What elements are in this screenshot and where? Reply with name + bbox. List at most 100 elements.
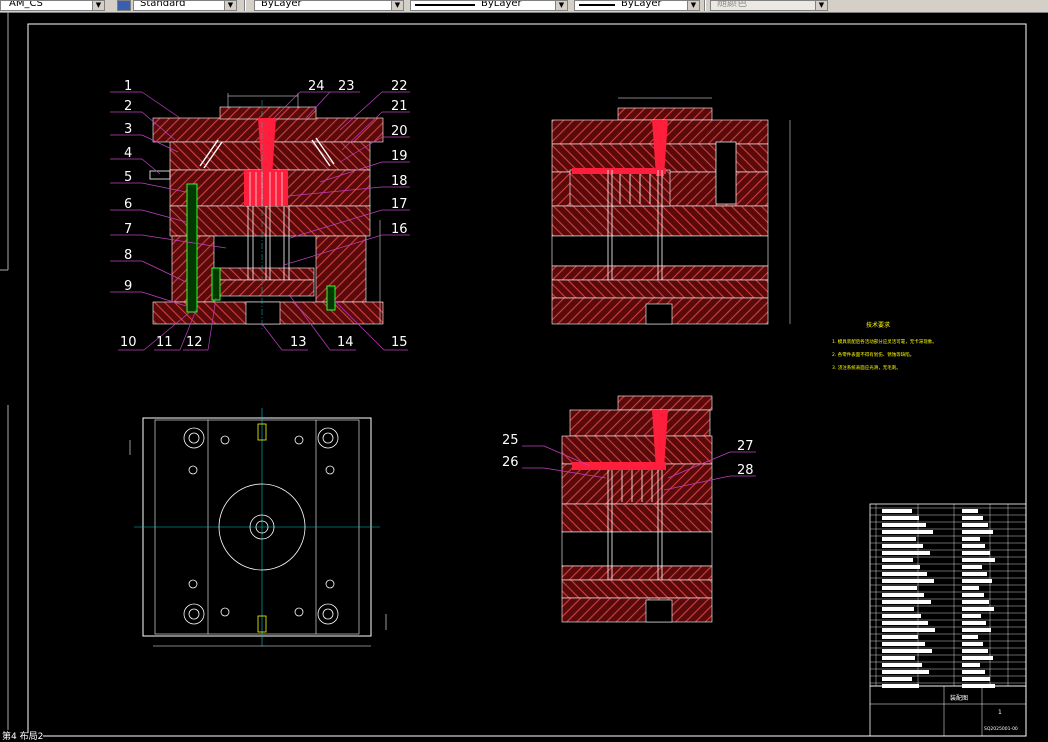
locating-ring	[219, 106, 317, 120]
callout: 4	[124, 146, 132, 161]
parts-list-entry	[882, 558, 913, 562]
callout: 15	[391, 335, 408, 350]
callout: 9	[124, 279, 132, 294]
parts-list-entry	[882, 663, 922, 667]
ejector-hole	[245, 301, 281, 325]
side-section-view[interactable]	[551, 97, 791, 325]
chevron-down-icon[interactable]: ▼	[815, 1, 827, 10]
chevron-down-icon[interactable]: ▼	[224, 1, 236, 10]
parts-list-entry	[882, 593, 924, 597]
callouts-bottom: 10 11 12 13 14 15	[120, 335, 408, 350]
text-style-value: AM_CS	[9, 0, 43, 9]
dim-style-dropdown[interactable]: Standard ▼	[133, 0, 237, 11]
parts-list-entry	[962, 649, 988, 653]
parts-list-entry	[962, 600, 989, 604]
parts-list-entry	[882, 614, 921, 618]
dimension-style-icon[interactable]	[117, 0, 131, 11]
parts-list-entry	[882, 656, 915, 660]
parts-list-entry	[962, 572, 987, 576]
callouts-left: 1 2 3 4 5 6 7 8 9	[124, 79, 132, 294]
notes-line: 2. 各零件表面不得有划伤、锈蚀等缺陷。	[832, 351, 914, 358]
parts-list-entry	[882, 544, 923, 548]
callout: 17	[391, 197, 408, 212]
parts-list	[869, 503, 1027, 688]
callout: 12	[186, 335, 203, 350]
title-block: 装配图 1 SQ2025001-00	[869, 685, 1027, 737]
technical-notes: 技术要求 1. 模具装配后各活动部分应灵活可靠，无卡滞现象。 2. 各零件表面不…	[832, 321, 937, 371]
sheet-number: 1	[998, 709, 1002, 716]
chevron-down-icon[interactable]: ▼	[391, 1, 403, 10]
parts-list-entry	[962, 509, 978, 513]
top-plan-view[interactable]	[129, 408, 387, 647]
callout: 26	[502, 455, 519, 470]
partial-section-view[interactable]	[561, 395, 713, 623]
parts-list-entry	[882, 579, 934, 583]
plot-style-dropdown[interactable]: 随颜色 ▼	[710, 0, 828, 11]
parts-list-entry	[882, 551, 930, 555]
parts-list-entry	[882, 516, 919, 520]
parts-list-entry	[962, 537, 980, 541]
toolbar-separator	[704, 0, 706, 11]
parts-list-entry	[962, 607, 994, 611]
parts-list-entry	[882, 565, 920, 569]
parts-list-entry	[962, 635, 978, 639]
parts-list-entry	[882, 635, 918, 639]
lineweight-value: ByLayer	[621, 0, 662, 9]
parts-list-entry	[962, 579, 992, 583]
guide-pillar	[186, 183, 198, 313]
notes-line: 1. 模具装配后各活动部分应灵活可靠，无卡滞现象。	[832, 338, 937, 345]
spacer-block-right	[315, 235, 367, 303]
chevron-down-icon[interactable]: ▼	[555, 1, 567, 10]
parts-list-entry	[882, 530, 933, 534]
layout-tabs[interactable]: 第4 布局2	[0, 733, 44, 742]
parts-list-entry	[962, 551, 990, 555]
parts-list-entry	[882, 677, 912, 681]
parts-list-entry	[882, 509, 912, 513]
drawing-number: SQ2025001-00	[984, 726, 1018, 732]
text-style-dropdown[interactable]: AM_CS ▼	[0, 0, 105, 11]
plot-style-value: 随颜色	[717, 0, 747, 9]
parts-list-entry	[962, 663, 980, 667]
chevron-down-icon[interactable]: ▼	[92, 1, 104, 10]
callout: 22	[391, 79, 408, 94]
linetype-value: ByLayer	[481, 0, 522, 9]
parts-list-entry	[962, 614, 981, 618]
parts-list-entry	[882, 628, 935, 632]
linetype-dropdown[interactable]: ByLayer ▼	[410, 0, 568, 11]
parts-list-entry	[962, 530, 993, 534]
parts-list-entry	[962, 523, 988, 527]
parts-list-entry	[882, 607, 914, 611]
parts-list-entry	[882, 537, 916, 541]
lineweight-sample	[579, 4, 615, 6]
parts-list-entry	[882, 572, 927, 576]
ejector-plate	[217, 279, 315, 297]
callout: 27	[737, 439, 754, 454]
notes-title: 技术要求	[866, 321, 890, 329]
lineweight-dropdown[interactable]: ByLayer ▼	[574, 0, 700, 11]
parts-list-entry	[962, 565, 982, 569]
parts-list-entry	[882, 523, 926, 527]
parts-list-entry	[962, 544, 985, 548]
molded-part	[244, 170, 288, 206]
front-section-view[interactable]	[149, 93, 384, 330]
drawing-canvas[interactable]: 1 2 3 4 5 6 7 8 9 22 21 20 19 18 17 16 2…	[0, 12, 1048, 741]
callout: 8	[124, 248, 132, 263]
linetype-sample	[415, 4, 475, 6]
callout: 18	[391, 174, 408, 189]
callout: 23	[338, 79, 355, 94]
callout: 21	[391, 99, 408, 114]
callout: 10	[120, 335, 137, 350]
color-dropdown[interactable]: ByLayer ▼	[254, 0, 404, 11]
parts-list-entry	[882, 649, 932, 653]
callout: 25	[502, 433, 519, 448]
parts-list-entry	[962, 586, 979, 590]
parts-list-entry	[962, 593, 984, 597]
toolbar-separator	[244, 0, 246, 11]
notes-line: 3. 浇注系统表面应光滑，无毛刺。	[832, 364, 901, 371]
callout: 19	[391, 149, 408, 164]
chevron-down-icon[interactable]: ▼	[687, 1, 699, 10]
parts-list-entry	[882, 621, 928, 625]
parts-list-entry	[882, 670, 929, 674]
callout: 28	[737, 463, 754, 478]
parts-list-entry	[962, 621, 986, 625]
